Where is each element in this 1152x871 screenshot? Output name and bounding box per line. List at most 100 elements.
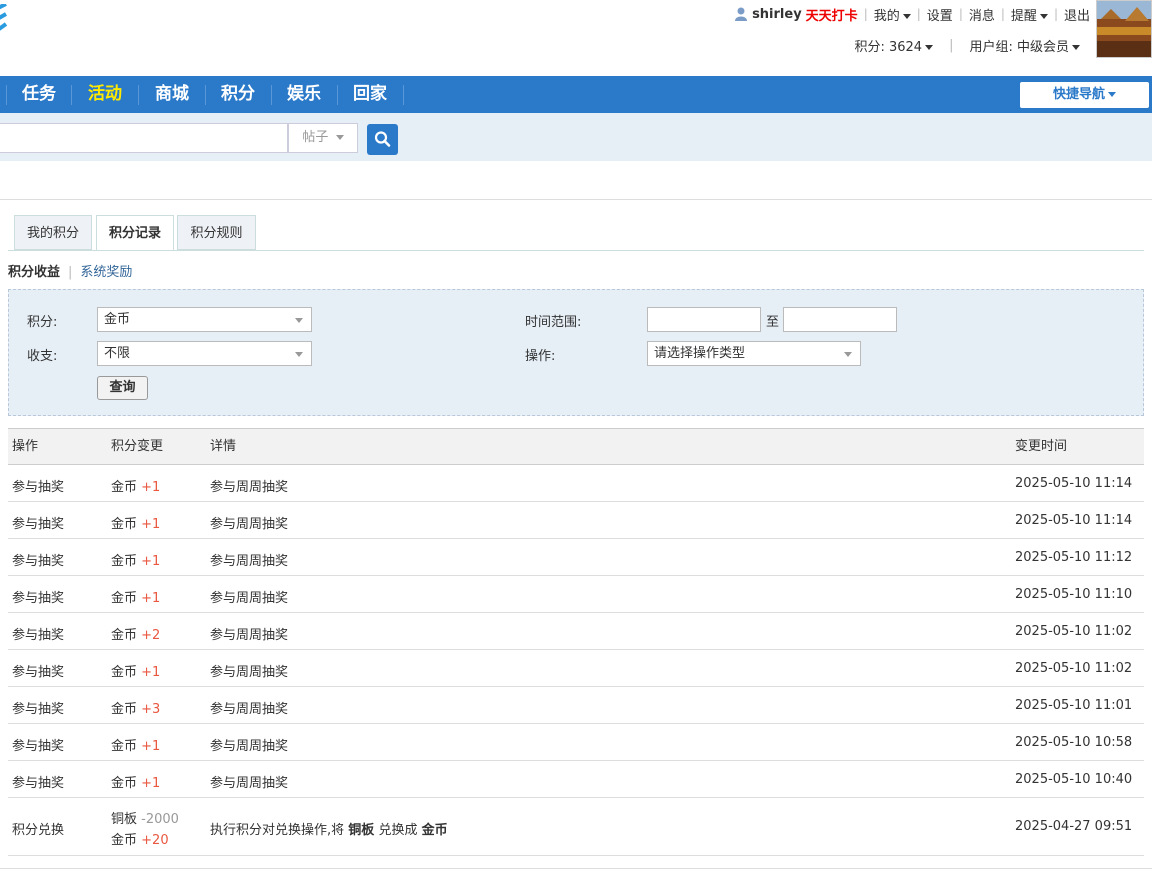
row-operation: 参与抽奖 [12,517,65,532]
filter-panel: 积分: 金币 收支: 不限 时间范围: 至 操作: 请选择操作类型 查询 [8,289,1144,416]
checkin-link[interactable]: 天天打卡 [806,5,858,24]
operation-select[interactable]: 请选择操作类型 [647,341,861,366]
search-input[interactable] [0,123,288,153]
nav-divider [6,85,7,105]
sub-nav: 积分收益 | 系统奖励 [8,261,132,280]
row-change: 金币 +2 [111,628,161,643]
row-operation: 参与抽奖 [12,554,65,569]
inout-select[interactable]: 不限 [97,341,312,366]
separator: | [916,7,921,21]
row-detail: 参与周周抽奖 [210,665,289,680]
row-detail: 参与周周抽奖 [210,517,289,532]
table-row: 参与抽奖 金币 +1 参与周周抽奖 2025-05-10 11:14 [8,502,1144,539]
row-change-from: 铜板 -2000 [111,812,179,827]
row-change: 金币 +1 [111,776,161,791]
separator: | [68,265,73,280]
logout-link[interactable]: 退出 [1064,5,1090,24]
row-operation: 积分兑换 [12,823,65,838]
col-header-time: 变更时间 [1015,439,1068,454]
search-type-select[interactable]: 帖子 [288,123,358,153]
operation-label: 操作: [525,349,556,364]
row-change: 金币 +1 [111,554,161,569]
points-menu[interactable]: 积分: 3624 [854,36,934,55]
tab-points-rules[interactable]: 积分规则 [177,215,256,250]
row-change: 金币 +1 [111,739,161,754]
query-button[interactable]: 查询 [97,376,148,400]
user-icon [735,7,748,21]
nav-item-activities[interactable]: 活动 [88,76,122,113]
reminders-link[interactable]: 提醒 [1011,5,1048,24]
row-time: 2025-05-10 11:10 [1015,587,1133,602]
my-menu-link[interactable]: 我的 [874,5,911,24]
row-operation: 参与抽奖 [12,776,65,791]
main-nav: 任务 活动 商城 积分 娱乐 回家 快捷导航 [0,76,1152,113]
search-button[interactable] [367,124,398,155]
row-operation: 参与抽奖 [12,480,65,495]
row-time: 2025-05-10 11:01 [1015,698,1133,713]
table-row: 参与抽奖 金币 +1 参与周周抽奖 2025-05-10 10:58 [8,724,1144,761]
subnav-points-income[interactable]: 积分收益 [8,265,60,280]
caret-down-icon [925,44,934,50]
row-detail: 执行积分对兑换操作,将 铜板 兑换成 金币 [210,823,448,838]
time-range-label: 时间范围: [525,315,582,330]
search-icon [374,131,391,147]
user-stats-bar: 积分: 3624 | 用户组: 中级会员 [854,36,1080,55]
site-logo[interactable] [0,2,14,44]
separator: | [1000,7,1005,21]
quick-nav-button[interactable]: 快捷导航 [1020,82,1149,108]
nav-item-home[interactable]: 回家 [353,76,387,113]
tab-points-log[interactable]: 积分记录 [96,215,174,251]
nav-divider [138,85,139,105]
row-time: 2025-05-10 11:12 [1015,550,1133,565]
separator: | [949,37,954,53]
row-change-to: 金币 +20 [111,833,169,848]
subnav-system-reward[interactable]: 系统奖励 [80,265,132,280]
table-header: 操作 积分变更 详情 变更时间 [8,428,1144,465]
row-detail: 参与周周抽奖 [210,554,289,569]
col-header-change: 积分变更 [111,439,164,454]
nav-item-shop[interactable]: 商城 [155,76,189,113]
usergroup-menu[interactable]: 用户组: 中级会员 [969,36,1080,55]
settings-link[interactable]: 设置 [927,5,953,24]
row-operation: 参与抽奖 [12,591,65,606]
time-end-input[interactable] [783,307,897,332]
separator: | [1053,7,1058,21]
caret-down-icon [295,318,303,323]
nav-divider [205,85,206,105]
user-bar: shirley 天天打卡 | 我的 | 设置 | 消息 | 提醒 | 退出 [734,5,1090,24]
messages-link[interactable]: 消息 [969,5,995,24]
table-row: 参与抽奖 金币 +3 参与周周抽奖 2025-05-10 11:01 [8,687,1144,724]
points-type-select[interactable]: 金币 [97,307,312,332]
row-time: 2025-05-10 10:58 [1015,735,1133,750]
username-link[interactable]: shirley [752,7,802,22]
search-bar: 帖子 [0,113,1152,161]
nav-divider [403,85,404,105]
row-time: 2025-05-10 11:02 [1015,661,1133,676]
row-time: 2025-05-10 11:14 [1015,513,1133,528]
row-detail: 参与周周抽奖 [210,776,289,791]
nav-item-entertainment[interactable]: 娱乐 [287,76,321,113]
table-row: 积分兑换 铜板 -2000 金币 +20 执行积分对兑换操作,将 铜板 兑换成 … [8,798,1144,856]
caret-down-icon [1039,13,1048,19]
row-detail: 参与周周抽奖 [210,591,289,606]
nav-divider [337,85,338,105]
tab-my-points[interactable]: 我的积分 [14,215,92,250]
nav-item-points[interactable]: 积分 [221,76,255,113]
time-start-input[interactable] [647,307,761,332]
table-row: 参与抽奖 金币 +1 参与周周抽奖 2025-05-10 11:12 [8,539,1144,576]
separator: | [863,7,868,21]
separator: | [958,7,963,21]
avatar[interactable] [1096,0,1152,58]
row-detail: 参与周周抽奖 [210,628,289,643]
caret-down-icon [1072,44,1080,50]
caret-down-icon [295,352,303,357]
row-operation: 参与抽奖 [12,739,65,754]
row-time: 2025-04-27 09:51 [1015,819,1133,834]
table-row: 参与抽奖 金币 +2 参与周周抽奖 2025-05-10 11:02 [8,613,1144,650]
row-change: 金币 +1 [111,517,161,532]
row-change: 金币 +1 [111,480,161,495]
caret-down-icon [844,352,852,357]
inout-filter-label: 收支: [27,349,58,364]
row-time: 2025-05-10 11:14 [1015,476,1133,491]
nav-item-tasks[interactable]: 任务 [22,76,56,113]
